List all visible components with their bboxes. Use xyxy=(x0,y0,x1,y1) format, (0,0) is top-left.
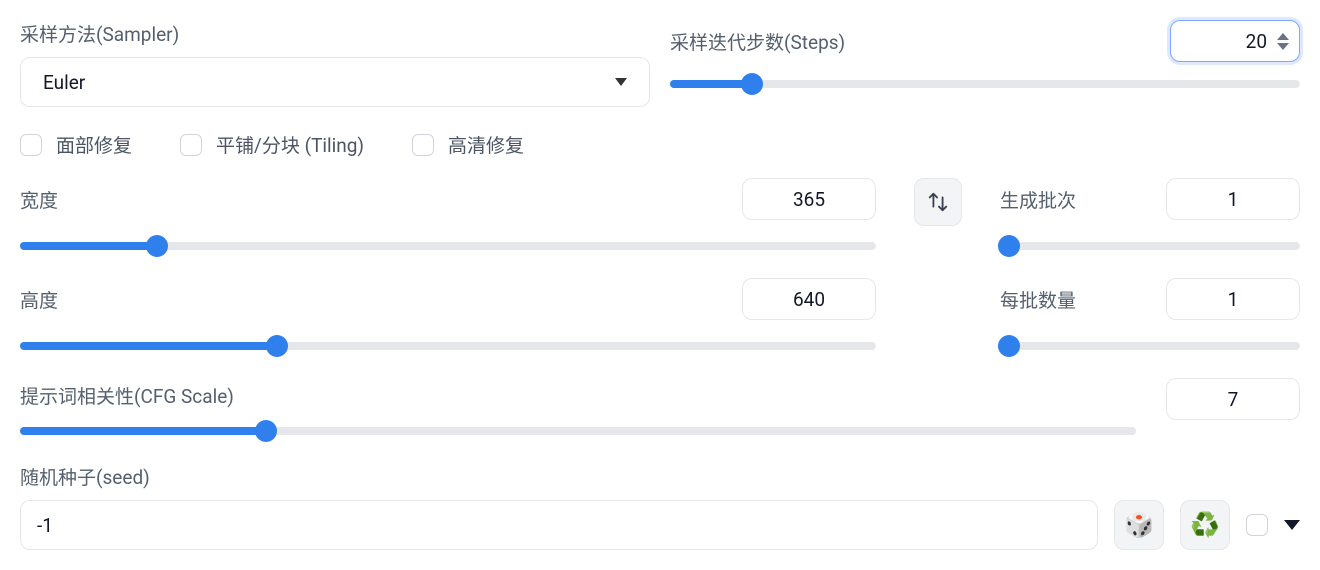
batch-size-value: 1 xyxy=(1228,288,1239,311)
stepper-down-icon[interactable] xyxy=(1277,43,1289,50)
recycle-icon: ♻️ xyxy=(1190,511,1220,539)
chevron-down-icon xyxy=(615,78,627,86)
width-value: 365 xyxy=(793,188,825,211)
cfg-slider[interactable] xyxy=(20,419,1136,443)
width-label: 宽度 xyxy=(20,186,58,213)
cfg-value: 7 xyxy=(1228,388,1239,411)
random-seed-button[interactable]: 🎲 xyxy=(1114,500,1164,550)
tiling-label: 平铺/分块 (Tiling) xyxy=(216,131,364,158)
seed-label: 随机种子(seed) xyxy=(20,463,1300,490)
height-slider[interactable] xyxy=(20,334,876,358)
dice-icon: 🎲 xyxy=(1124,511,1154,539)
steps-value: 20 xyxy=(1246,30,1267,53)
reuse-seed-button[interactable]: ♻️ xyxy=(1180,500,1230,550)
height-value: 640 xyxy=(793,288,825,311)
swap-dimensions-button[interactable] xyxy=(914,178,962,226)
expand-extra-seed-icon[interactable] xyxy=(1284,520,1300,530)
hires-fix-checkbox[interactable]: 高清修复 xyxy=(412,131,524,158)
cfg-label: 提示词相关性(CFG Scale) xyxy=(20,382,1136,409)
stepper-up-icon[interactable] xyxy=(1277,33,1289,40)
steps-label: 采样迭代步数(Steps) xyxy=(670,28,845,55)
batch-size-slider[interactable] xyxy=(1000,334,1300,358)
sampler-select[interactable]: Euler xyxy=(20,57,650,107)
width-slider[interactable] xyxy=(20,234,876,258)
checkbox-icon xyxy=(412,134,434,156)
seed-input[interactable]: -1 xyxy=(20,500,1098,550)
batch-count-input[interactable]: 1 xyxy=(1166,178,1300,220)
checkbox-icon xyxy=(20,134,42,156)
tiling-checkbox[interactable]: 平铺/分块 (Tiling) xyxy=(180,131,364,158)
batch-size-label: 每批数量 xyxy=(1000,286,1076,313)
height-input[interactable]: 640 xyxy=(742,278,876,320)
face-restore-checkbox[interactable]: 面部修复 xyxy=(20,131,132,158)
batch-count-label: 生成批次 xyxy=(1000,186,1076,213)
batch-count-value: 1 xyxy=(1228,188,1239,211)
cfg-input[interactable]: 7 xyxy=(1166,378,1300,420)
sampler-value: Euler xyxy=(43,71,85,94)
extra-seed-checkbox[interactable] xyxy=(1246,514,1268,536)
steps-slider[interactable] xyxy=(670,72,1300,96)
seed-value: -1 xyxy=(37,514,53,537)
sampler-label: 采样方法(Sampler) xyxy=(20,20,650,47)
face-restore-label: 面部修复 xyxy=(56,131,132,158)
batch-count-slider[interactable] xyxy=(1000,234,1300,258)
width-input[interactable]: 365 xyxy=(742,178,876,220)
steps-stepper[interactable] xyxy=(1277,33,1289,50)
hires-fix-label: 高清修复 xyxy=(448,131,524,158)
batch-size-input[interactable]: 1 xyxy=(1166,278,1300,320)
steps-input[interactable]: 20 xyxy=(1170,20,1300,62)
checkbox-icon xyxy=(180,134,202,156)
swap-icon xyxy=(927,191,949,213)
height-label: 高度 xyxy=(20,286,58,313)
